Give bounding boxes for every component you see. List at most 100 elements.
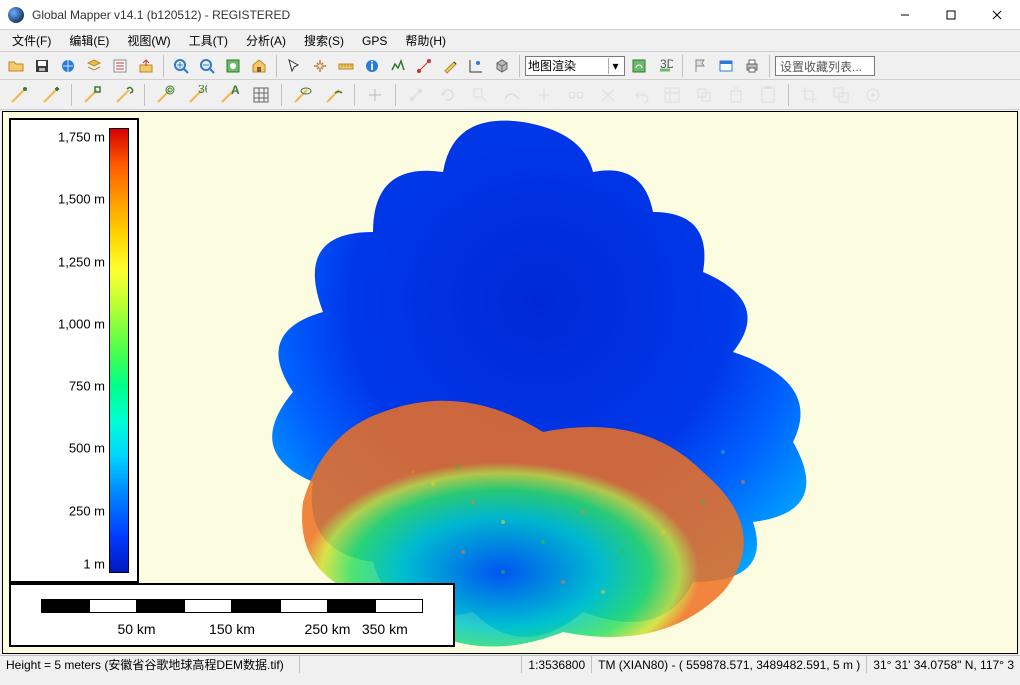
- unload-icon[interactable]: [134, 54, 158, 78]
- scalebar-seg: [89, 599, 137, 613]
- status-scale: 1:3536800: [522, 656, 592, 673]
- separator: [163, 55, 164, 77]
- select-icon[interactable]: [282, 54, 306, 78]
- separator: [71, 84, 72, 106]
- edit-undo-icon: [625, 81, 655, 109]
- refresh-map-icon[interactable]: [627, 54, 651, 78]
- menu-search[interactable]: 搜索(S): [296, 30, 352, 51]
- create-area-icon[interactable]: [77, 81, 107, 109]
- edit-delete-icon: [721, 81, 751, 109]
- menu-tools[interactable]: 工具(T): [181, 30, 236, 51]
- los-icon[interactable]: [412, 54, 436, 78]
- scalebar-seg: [41, 599, 89, 613]
- chevron-down-icon[interactable]: ▾: [608, 58, 622, 74]
- coord-icon[interactable]: [464, 54, 488, 78]
- map-view-input[interactable]: [528, 58, 608, 74]
- edit-scale-icon: [465, 81, 495, 109]
- close-button[interactable]: [974, 0, 1020, 30]
- info-icon[interactable]: i: [360, 54, 384, 78]
- menu-help[interactable]: 帮助(H): [397, 30, 454, 51]
- scalebar-seg: [184, 599, 232, 613]
- create-line-icon[interactable]: [36, 81, 66, 109]
- legend-tick: 750 m: [17, 379, 105, 394]
- create-arc-icon[interactable]: [319, 81, 349, 109]
- scalebar-label: 50 km: [89, 621, 185, 637]
- scalebar-seg: [232, 599, 280, 613]
- menu-view[interactable]: 视图(W): [119, 30, 178, 51]
- map-canvas[interactable]: 1,750 m 1,500 m 1,250 m 1,000 m 750 m 50…: [2, 111, 1018, 654]
- maximize-button[interactable]: [928, 0, 974, 30]
- edit-copy-icon: [689, 81, 719, 109]
- create-cogo-icon[interactable]: 36: [182, 81, 212, 109]
- 3d-icon[interactable]: [490, 54, 514, 78]
- elevation-legend: 1,750 m 1,500 m 1,250 m 1,000 m 750 m 50…: [9, 118, 139, 583]
- edit-crop-icon: [794, 81, 824, 109]
- digitize-icon[interactable]: [438, 54, 462, 78]
- menu-file[interactable]: 文件(F): [4, 30, 59, 51]
- save-icon[interactable]: [30, 54, 54, 78]
- home-icon[interactable]: [247, 54, 271, 78]
- separator: [769, 55, 770, 77]
- edit-snap-icon: [858, 81, 888, 109]
- titlebar: Global Mapper v14.1 (b120512) - REGISTER…: [0, 0, 1020, 30]
- separator: [354, 84, 355, 106]
- profile-icon[interactable]: [386, 54, 410, 78]
- legend-ticks: 1,750 m 1,500 m 1,250 m 1,000 m 750 m 50…: [17, 128, 105, 573]
- zoom-out-icon[interactable]: [195, 54, 219, 78]
- legend-tick: 1,250 m: [17, 254, 105, 269]
- status-latlon: 31° 31' 34.0758" N, 117° 3: [867, 656, 1020, 673]
- status-spacer: [300, 656, 522, 673]
- move-icon: [360, 81, 390, 109]
- scalebar-seg: [137, 599, 185, 613]
- legend-tick: 1,750 m: [17, 129, 105, 144]
- svg-text:36: 36: [198, 85, 207, 96]
- legend-tick: 1,500 m: [17, 192, 105, 207]
- flag-icon[interactable]: [688, 54, 712, 78]
- separator: [682, 55, 683, 77]
- map-view-combo[interactable]: ▾: [525, 56, 625, 76]
- favorites-input[interactable]: 设置收藏列表...: [775, 56, 875, 76]
- print-icon[interactable]: [740, 54, 764, 78]
- create-point-icon[interactable]: [4, 81, 34, 109]
- edit-join-icon: [561, 81, 591, 109]
- toolbar-digitizer: 36 A: [0, 80, 1020, 110]
- scalebar-track: [41, 599, 423, 613]
- config-icon[interactable]: [108, 54, 132, 78]
- scalebar-seg: [280, 599, 328, 613]
- create-trace-icon[interactable]: [109, 81, 139, 109]
- zoom-in-icon[interactable]: [169, 54, 193, 78]
- separator: [395, 84, 396, 106]
- separator: [519, 55, 520, 77]
- menubar: 文件(F) 编辑(E) 视图(W) 工具(T) 分析(A) 搜索(S) GPS …: [0, 30, 1020, 52]
- separator: [144, 84, 145, 106]
- scalebar-label: 350 km: [337, 621, 433, 637]
- create-range-icon[interactable]: [150, 81, 180, 109]
- 3d-view-icon[interactable]: 3D: [653, 54, 677, 78]
- open-icon[interactable]: [4, 54, 28, 78]
- edit-reshape-icon: [497, 81, 527, 109]
- edit-attr-icon: [657, 81, 687, 109]
- scalebar-seg: [328, 599, 376, 613]
- full-extent-icon[interactable]: [221, 54, 245, 78]
- menu-gps[interactable]: GPS: [354, 32, 395, 50]
- scalebar-label: 150 km: [184, 621, 280, 637]
- separator: [276, 55, 277, 77]
- measure-icon[interactable]: [334, 54, 358, 78]
- window-title: Global Mapper v14.1 (b120512) - REGISTER…: [32, 8, 882, 22]
- globe-icon[interactable]: [56, 54, 80, 78]
- legend-tick: 1 m: [17, 557, 105, 572]
- minimize-button[interactable]: [882, 0, 928, 30]
- svg-text:i: i: [370, 59, 373, 73]
- create-text-icon[interactable]: A: [214, 81, 244, 109]
- legend-gradient: [109, 128, 129, 573]
- menu-edit[interactable]: 编辑(E): [61, 30, 117, 51]
- layers-icon[interactable]: [82, 54, 106, 78]
- separator: [281, 84, 282, 106]
- menu-analysis[interactable]: 分析(A): [238, 30, 294, 51]
- create-grid-icon[interactable]: [246, 81, 276, 109]
- window-icon[interactable]: [714, 54, 738, 78]
- scalebar-labels: 50 km 150 km 250 km 350 km: [41, 621, 423, 637]
- edit-rotate-icon: [433, 81, 463, 109]
- pan-icon[interactable]: [308, 54, 332, 78]
- create-buffer-icon[interactable]: [287, 81, 317, 109]
